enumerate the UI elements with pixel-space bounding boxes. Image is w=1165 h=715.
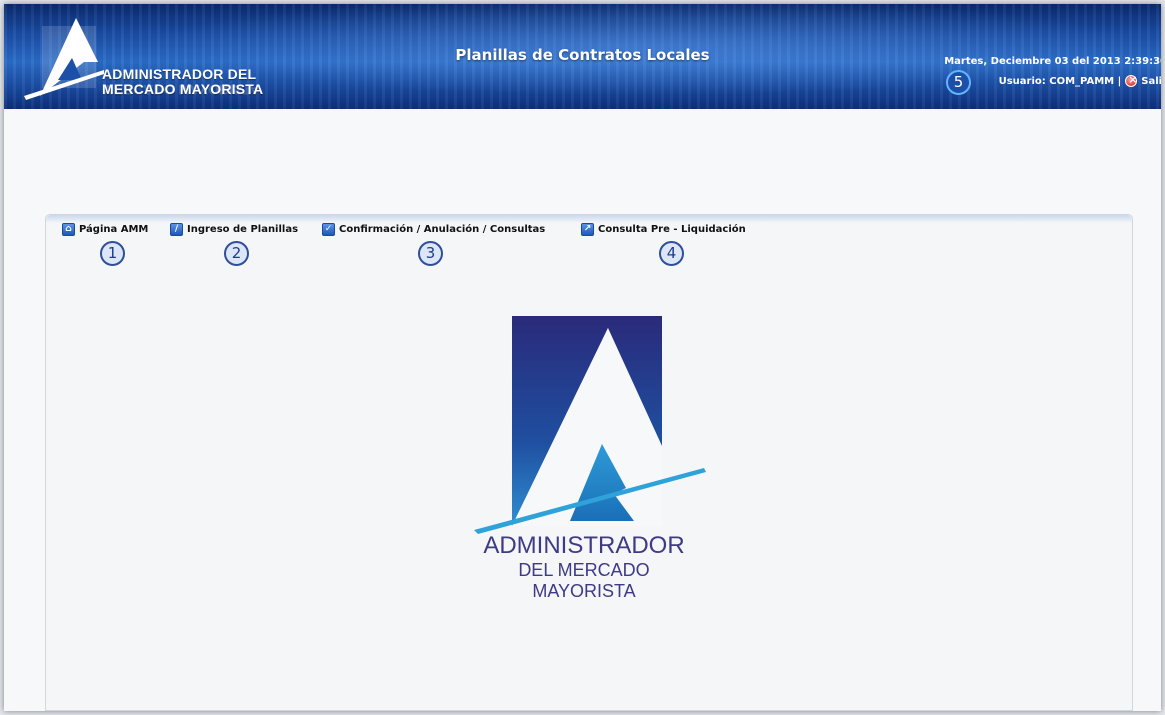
callout-marker-5: 5 bbox=[946, 70, 971, 95]
nav-item-label: Ingreso de Planillas bbox=[187, 224, 299, 235]
nav-item-label: Página AMM bbox=[79, 224, 149, 235]
logout-link[interactable]: Salir bbox=[1141, 76, 1161, 87]
nav-item-ingreso-planillas[interactable]: / Ingreso de Planillas bbox=[170, 223, 298, 236]
nav-item-consulta-liquidacion[interactable]: ↗ Consulta Pre - Liquidación bbox=[581, 223, 746, 236]
exit-icon[interactable] bbox=[1125, 73, 1137, 87]
nav-item-confirmacion[interactable]: ✓ Confirmación / Anulación / Consultas bbox=[322, 223, 545, 236]
nav-item-label: Consulta Pre - Liquidación bbox=[598, 224, 746, 235]
logo-text-line-1: ADMINISTRADOR bbox=[483, 532, 685, 559]
datetime-display: Martes, Deciembre 03 del 2013 2:39:30 bbox=[944, 56, 1161, 67]
callout-marker-1: 1 bbox=[100, 241, 125, 266]
nav-item-label: Confirmación / Anulación / Consultas bbox=[339, 224, 546, 235]
callout-marker-3: 3 bbox=[418, 241, 443, 266]
edit-icon: / bbox=[170, 223, 183, 236]
check-icon: ✓ bbox=[322, 223, 335, 236]
home-icon: ⌂ bbox=[62, 223, 75, 236]
brand-line-1: ADMINISTRADOR DEL bbox=[102, 66, 257, 82]
user-label: Usuario: COM_PAMM | bbox=[998, 75, 1122, 87]
app-window: ADMINISTRADOR DEL MERCADO MAYORISTA MERC… bbox=[4, 4, 1161, 711]
report-icon: ↗ bbox=[581, 223, 594, 236]
user-info: Usuario: COM_PAMM | Salir bbox=[998, 73, 1161, 87]
logo-text-line-2: DEL MERCADO bbox=[518, 560, 650, 580]
nav-item-pagina-amm[interactable]: ⌂ Página AMM bbox=[62, 223, 148, 236]
brand-reflection: MERCADO MAYORISTA bbox=[102, 82, 260, 98]
logo-text-line-3: MAYORISTA bbox=[532, 581, 636, 601]
header-banner: ADMINISTRADOR DEL MERCADO MAYORISTA MERC… bbox=[4, 4, 1161, 109]
callout-marker-4: 4 bbox=[659, 241, 684, 266]
callout-marker-2: 2 bbox=[224, 241, 249, 266]
